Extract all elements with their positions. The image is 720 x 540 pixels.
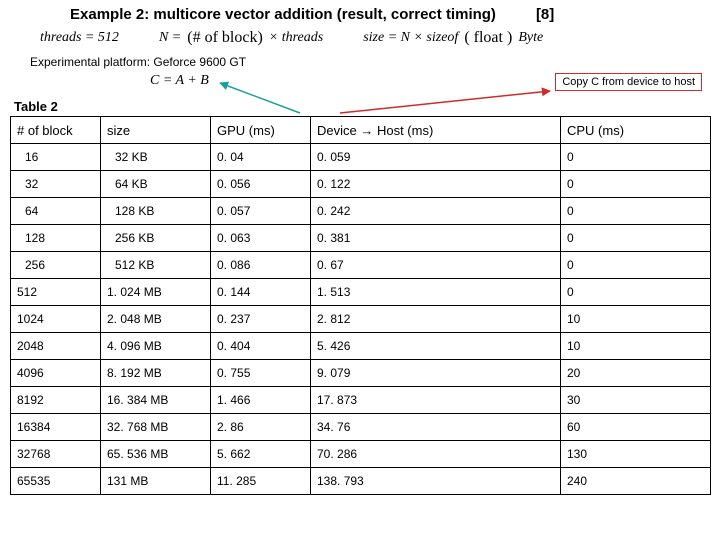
cell-cpu: 20 xyxy=(561,360,711,387)
results-table: # of block size GPU (ms) Device → Host (… xyxy=(10,116,711,495)
cell-gpu: 0. 056 xyxy=(211,171,311,198)
cell-block: 64 xyxy=(11,198,101,225)
formula-threads: threads = 512 xyxy=(40,30,119,46)
cell-devhost: 2. 812 xyxy=(311,306,561,333)
cell-block: 2048 xyxy=(11,333,101,360)
cell-gpu: 0. 144 xyxy=(211,279,311,306)
cell-gpu: 0. 755 xyxy=(211,360,311,387)
cell-size: 131 MB xyxy=(101,468,211,495)
cell-size: 4. 096 MB xyxy=(101,333,211,360)
cell-devhost: 34. 76 xyxy=(311,414,561,441)
cell-block: 32 xyxy=(11,171,101,198)
cell-gpu: 0. 04 xyxy=(211,144,311,171)
cell-gpu: 2. 86 xyxy=(211,414,311,441)
cell-gpu: 0. 063 xyxy=(211,225,311,252)
platform-text: Experimental platform: Geforce 9600 GT xyxy=(30,55,710,69)
col-gpu: GPU (ms) xyxy=(211,117,311,144)
page-ref: [8] xyxy=(536,6,554,23)
cell-cpu: 60 xyxy=(561,414,711,441)
table-row: 10242. 048 MB0. 2372. 81210 xyxy=(11,306,711,333)
table-row: 1638432. 768 MB2. 8634. 7660 xyxy=(11,414,711,441)
cell-size: 64 KB xyxy=(101,171,211,198)
cell-block: 4096 xyxy=(11,360,101,387)
table-row: 65535131 MB11. 285138. 793240 xyxy=(11,468,711,495)
col-block: # of block xyxy=(11,117,101,144)
cell-size: 512 KB xyxy=(101,252,211,279)
cell-devhost: 0. 059 xyxy=(311,144,561,171)
callout-box: Copy C from device to host xyxy=(555,73,702,91)
cell-size: 32 KB xyxy=(101,144,211,171)
cell-cpu: 30 xyxy=(561,387,711,414)
cell-block: 256 xyxy=(11,252,101,279)
cell-gpu: 0. 237 xyxy=(211,306,311,333)
cell-devhost: 9. 079 xyxy=(311,360,561,387)
cell-cpu: 0 xyxy=(561,171,711,198)
cell-cpu: 0 xyxy=(561,144,711,171)
col-size: size xyxy=(101,117,211,144)
cell-devhost: 0. 67 xyxy=(311,252,561,279)
cell-block: 128 xyxy=(11,225,101,252)
table-row: 64128 KB0. 0570. 2420 xyxy=(11,198,711,225)
cell-size: 32. 768 MB xyxy=(101,414,211,441)
table-row: 256512 KB0. 0860. 670 xyxy=(11,252,711,279)
table-row: 819216. 384 MB1. 46617. 87330 xyxy=(11,387,711,414)
cell-devhost: 17. 873 xyxy=(311,387,561,414)
cell-devhost: 0. 122 xyxy=(311,171,561,198)
cell-block: 1024 xyxy=(11,306,101,333)
cell-gpu: 0. 404 xyxy=(211,333,311,360)
cell-gpu: 0. 057 xyxy=(211,198,311,225)
cell-size: 1. 024 MB xyxy=(101,279,211,306)
formula-n: N = (# of block) × threads xyxy=(159,29,323,47)
cell-devhost: 5. 426 xyxy=(311,333,561,360)
cell-block: 16384 xyxy=(11,414,101,441)
table-row: 20484. 096 MB0. 4045. 42610 xyxy=(11,333,711,360)
col-cpu: CPU (ms) xyxy=(561,117,711,144)
page-title: Example 2: multicore vector addition (re… xyxy=(70,6,496,23)
cell-devhost: 0. 381 xyxy=(311,225,561,252)
cell-block: 16 xyxy=(11,144,101,171)
cell-size: 256 KB xyxy=(101,225,211,252)
formula-cab: C = A + B xyxy=(150,73,209,89)
cell-cpu: 240 xyxy=(561,468,711,495)
cell-block: 512 xyxy=(11,279,101,306)
cell-block: 8192 xyxy=(11,387,101,414)
cell-cpu: 0 xyxy=(561,198,711,225)
table-row: 5121. 024 MB0. 1441. 5130 xyxy=(11,279,711,306)
table-row: 1632 KB0. 040. 0590 xyxy=(11,144,711,171)
cell-gpu: 1. 466 xyxy=(211,387,311,414)
cell-size: 65. 536 MB xyxy=(101,441,211,468)
col-devhost: Device → Host (ms) xyxy=(311,117,561,144)
cell-size: 16. 384 MB xyxy=(101,387,211,414)
cell-gpu: 0. 086 xyxy=(211,252,311,279)
cell-devhost: 0. 242 xyxy=(311,198,561,225)
formula-row: threads = 512 N = (# of block) × threads… xyxy=(40,29,710,47)
cell-size: 2. 048 MB xyxy=(101,306,211,333)
cell-devhost: 138. 793 xyxy=(311,468,561,495)
table-header-row: # of block size GPU (ms) Device → Host (… xyxy=(11,117,711,144)
cell-gpu: 5. 662 xyxy=(211,441,311,468)
cell-block: 65535 xyxy=(11,468,101,495)
cell-devhost: 70. 286 xyxy=(311,441,561,468)
cell-size: 8. 192 MB xyxy=(101,360,211,387)
cell-gpu: 11. 285 xyxy=(211,468,311,495)
table-row: 3276865. 536 MB5. 66270. 286130 xyxy=(11,441,711,468)
cell-devhost: 1. 513 xyxy=(311,279,561,306)
cell-size: 128 KB xyxy=(101,198,211,225)
cell-cpu: 10 xyxy=(561,306,711,333)
table-caption: Table 2 xyxy=(14,99,710,114)
cell-cpu: 0 xyxy=(561,279,711,306)
cell-block: 32768 xyxy=(11,441,101,468)
formula-size: size = N × sizeof ( float ) Byte xyxy=(363,29,543,47)
cell-cpu: 10 xyxy=(561,333,711,360)
table-row: 3264 KB0. 0560. 1220 xyxy=(11,171,711,198)
table-row: 128256 KB0. 0630. 3810 xyxy=(11,225,711,252)
table-row: 40968. 192 MB0. 7559. 07920 xyxy=(11,360,711,387)
cell-cpu: 0 xyxy=(561,252,711,279)
cell-cpu: 0 xyxy=(561,225,711,252)
cell-cpu: 130 xyxy=(561,441,711,468)
